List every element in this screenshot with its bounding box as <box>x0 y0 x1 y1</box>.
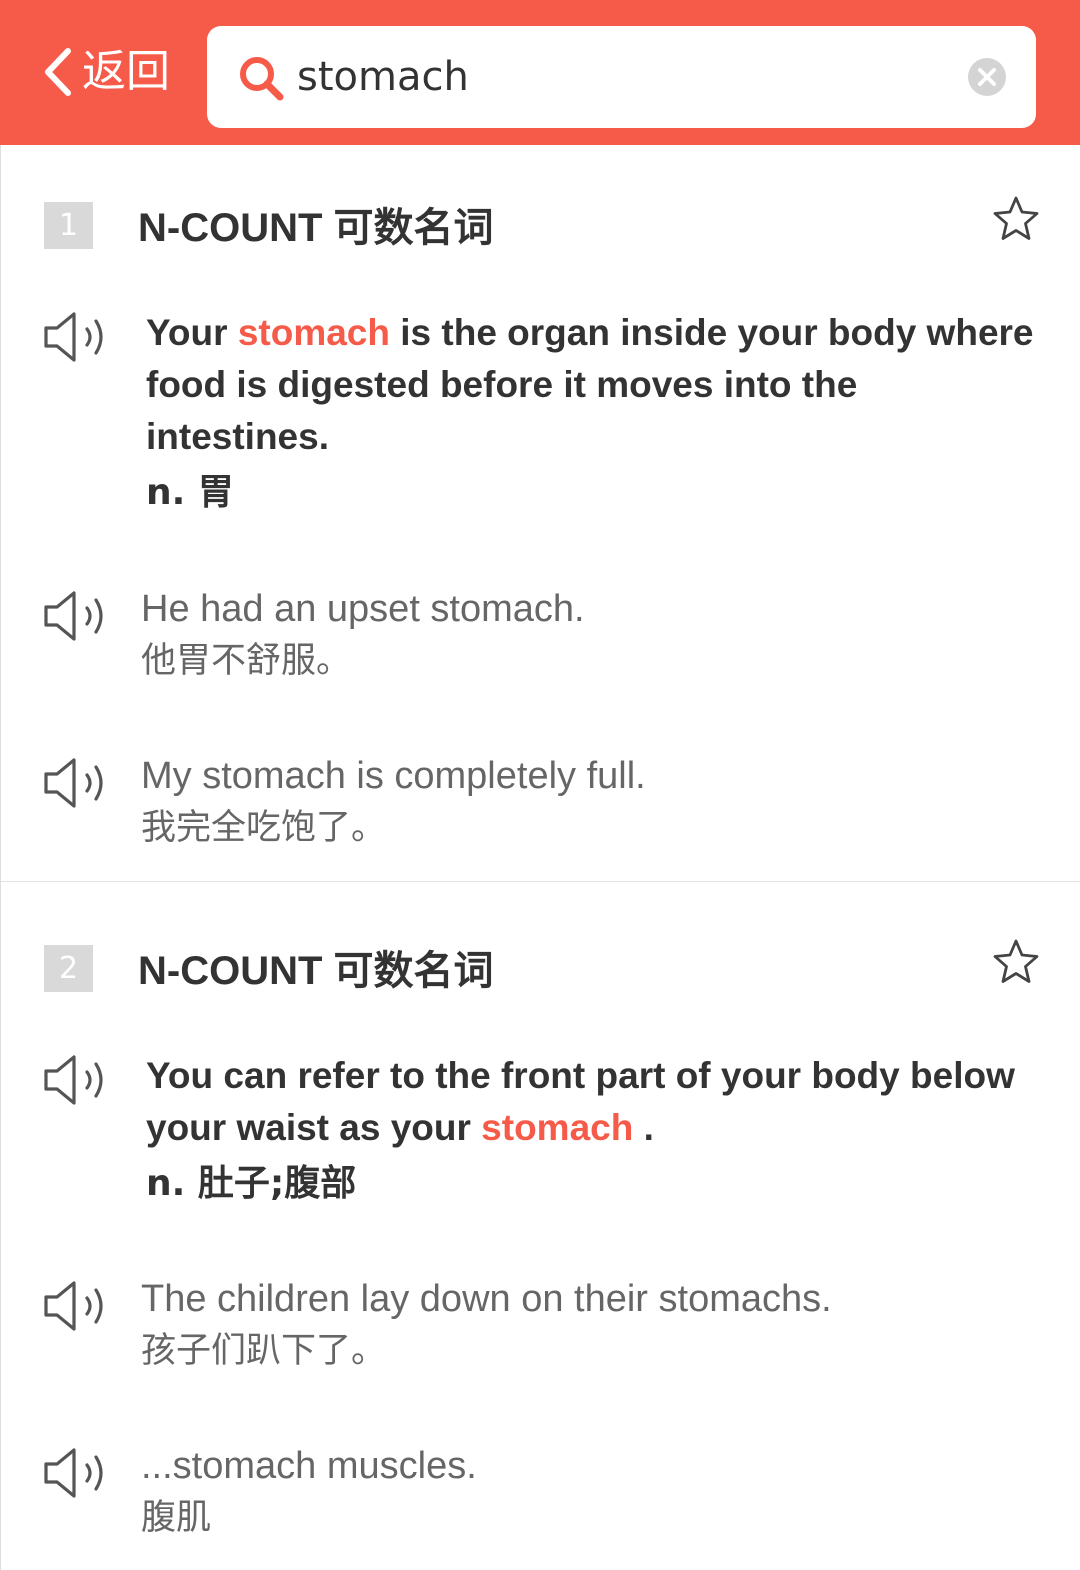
example-english: ...stomach muscles. <box>141 1445 477 1487</box>
chevron-left-icon <box>45 48 71 96</box>
example-sentence: The children lay down on their stomachs.… <box>141 1273 1041 1377</box>
star-outline-icon[interactable] <box>991 195 1041 243</box>
example-sentence: He had an upset stomach. 他胃不舒服。 <box>141 583 1041 687</box>
top-bar: 返回 <box>0 0 1080 145</box>
definition-text: . <box>633 1107 654 1148</box>
speaker-icon[interactable] <box>43 590 113 642</box>
speaker-icon[interactable] <box>43 1280 113 1332</box>
sense-number-badge: 2 <box>44 945 93 992</box>
star-outline-icon[interactable] <box>991 938 1041 986</box>
headword-highlight: stomach <box>237 312 390 353</box>
search-input[interactable] <box>297 44 937 110</box>
definition-chinese: n. 肚子;腹部 <box>146 1163 357 1204</box>
speaker-icon[interactable] <box>43 311 113 363</box>
example-english: My stomach is completely full. <box>141 755 646 797</box>
dictionary-app: 返回 1 N-COUNT 可数名词 <box>0 0 1080 1570</box>
example-sentence: ...stomach muscles. 腹肌 <box>141 1440 1041 1544</box>
clear-icon[interactable] <box>967 57 1007 97</box>
example-chinese: 腹肌 <box>141 1498 212 1538</box>
speaker-icon[interactable] <box>43 1054 113 1106</box>
sense-number-badge: 1 <box>44 202 93 249</box>
back-button[interactable]: 返回 <box>40 44 170 100</box>
definition-text: Your <box>146 312 238 353</box>
definitions-list: 1 N-COUNT 可数名词 Your stomach is the organ… <box>0 145 1080 1570</box>
speaker-icon[interactable] <box>43 1447 113 1499</box>
definition-chinese: n. 胃 <box>146 472 234 513</box>
example-chinese: 我完全吃饱了。 <box>141 808 387 848</box>
search-icon <box>240 57 284 101</box>
definition-english: Your stomach is the organ inside your bo… <box>146 307 1046 463</box>
back-label: 返回 <box>82 46 170 97</box>
part-of-speech: N-COUNT 可数名词 <box>138 949 494 993</box>
definition: Your stomach is the organ inside your bo… <box>146 307 1046 521</box>
example-english: He had an upset stomach. <box>141 588 585 630</box>
example-chinese: 孩子们趴下了。 <box>141 1331 387 1371</box>
speaker-icon[interactable] <box>43 757 113 809</box>
sense-divider <box>1 881 1080 882</box>
search-box[interactable] <box>207 26 1036 128</box>
part-of-speech: N-COUNT 可数名词 <box>138 206 494 250</box>
example-english: The children lay down on their stomachs. <box>141 1278 832 1320</box>
example-sentence: My stomach is completely full. 我完全吃饱了。 <box>141 750 1041 854</box>
definition: You can refer to the front part of your … <box>146 1050 1046 1212</box>
headword-highlight: stomach <box>481 1107 634 1148</box>
definition-english: You can refer to the front part of your … <box>146 1050 1046 1154</box>
example-chinese: 他胃不舒服。 <box>141 641 352 681</box>
